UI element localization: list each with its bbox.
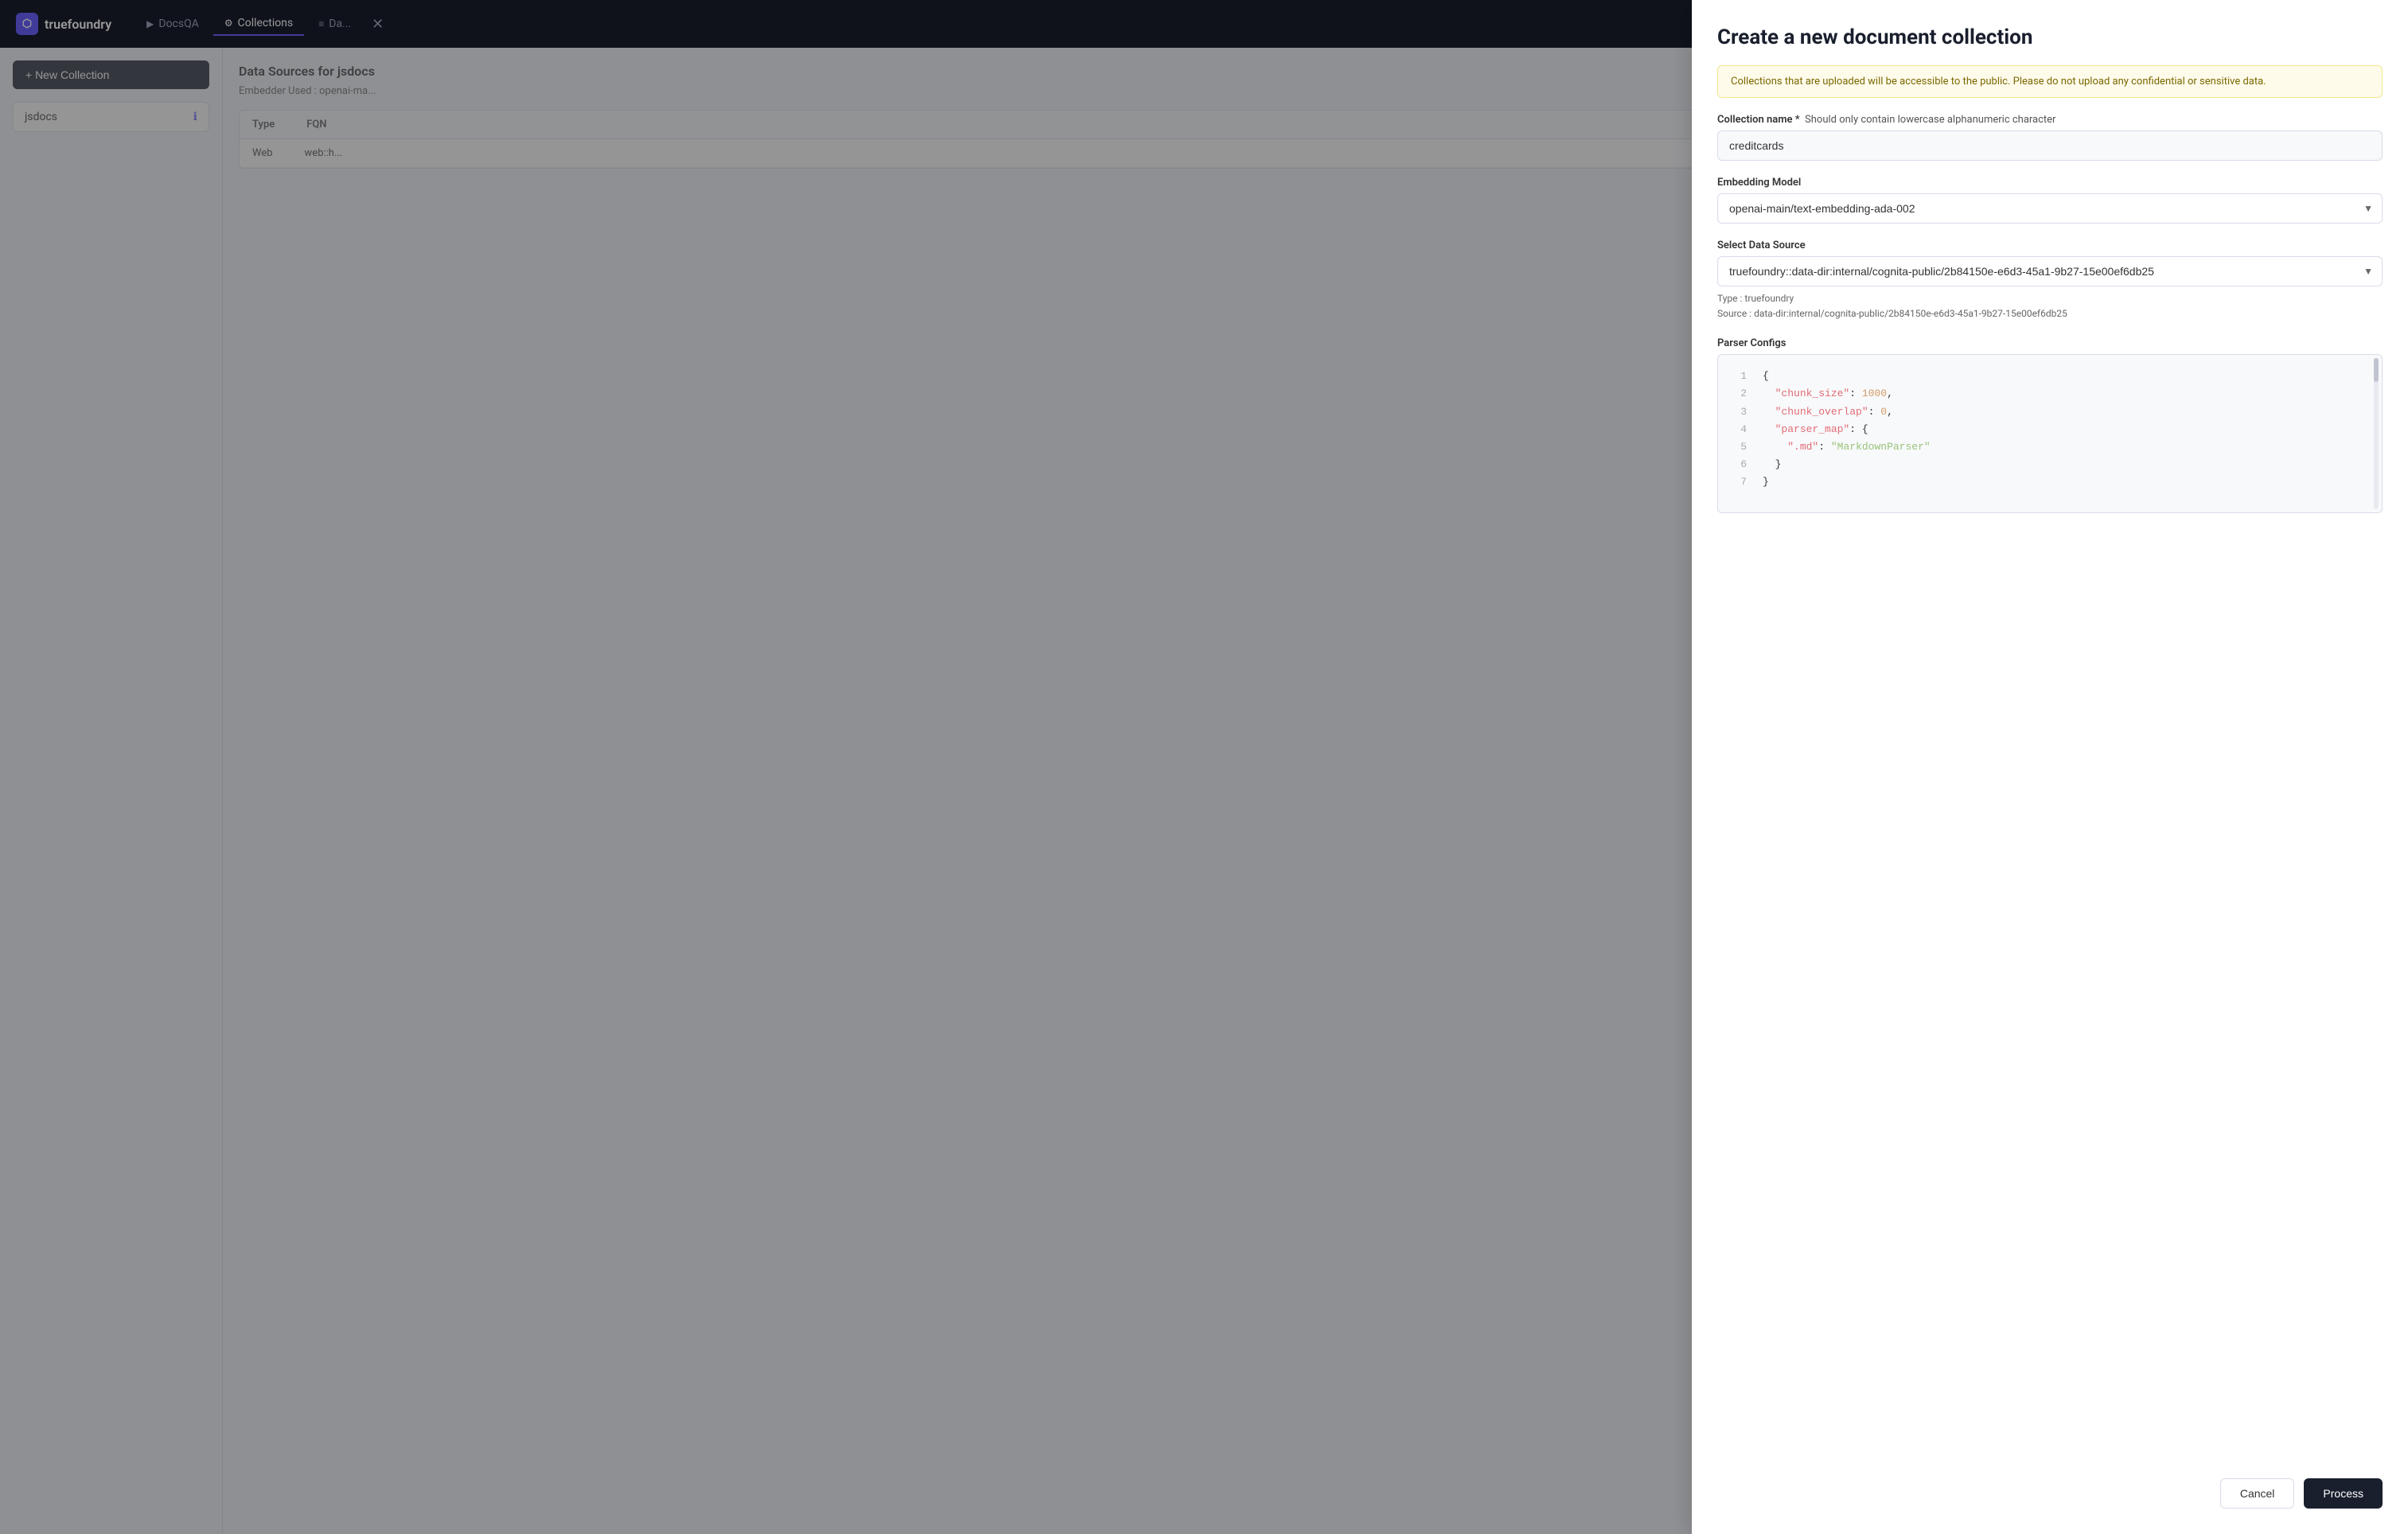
code-line-5: 5 ".md": "MarkdownParser" xyxy=(1731,438,2369,456)
line-num-1: 1 xyxy=(1731,368,1747,385)
code-scrollbar-thumb xyxy=(2374,358,2379,382)
line-content-5: ".md": "MarkdownParser" xyxy=(1763,438,1931,456)
line-content-2: "chunk_size": 1000, xyxy=(1763,385,1893,403)
line-content-7: } xyxy=(1763,473,1769,491)
line-content-1: { xyxy=(1763,368,1769,385)
datasource-meta: Type : truefoundry Source : data-dir:int… xyxy=(1717,291,2383,321)
line-num-6: 6 xyxy=(1731,456,1747,473)
code-line-3: 3 "chunk_overlap": 0, xyxy=(1731,403,2369,421)
parser-configs-label: Parser Configs xyxy=(1717,337,2383,349)
parser-configs-group: Parser Configs 1 { 2 "chunk_size": 1000,… xyxy=(1717,337,2383,513)
line-num-2: 2 xyxy=(1731,385,1747,403)
line-content-4: "parser_map": { xyxy=(1763,421,1868,438)
line-content-6: } xyxy=(1763,456,1781,473)
embedding-model-label: Embedding Model xyxy=(1717,177,2383,189)
data-source-select[interactable]: truefoundry::data-dir:internal/cognita-p… xyxy=(1717,256,2383,286)
code-line-4: 4 "parser_map": { xyxy=(1731,421,2369,438)
datasource-type: Type : truefoundry xyxy=(1717,291,2383,306)
parser-configs-editor[interactable]: 1 { 2 "chunk_size": 1000, 3 "chunk_overl… xyxy=(1717,354,2383,513)
warning-banner: Collections that are uploaded will be ac… xyxy=(1717,65,2383,98)
collection-name-label: Collection name * Should only contain lo… xyxy=(1717,114,2383,126)
data-source-label: Select Data Source xyxy=(1717,239,2383,251)
code-line-2: 2 "chunk_size": 1000, xyxy=(1731,385,2369,403)
code-line-6: 6 } xyxy=(1731,456,2369,473)
line-content-3: "chunk_overlap": 0, xyxy=(1763,403,1893,421)
embedding-model-select-wrapper: openai-main/text-embedding-ada-002 ▼ xyxy=(1717,193,2383,224)
process-button[interactable]: Process xyxy=(2304,1478,2383,1509)
modal-title: Create a new document collection xyxy=(1717,25,2383,49)
line-num-4: 4 xyxy=(1731,421,1747,438)
code-scrollbar[interactable] xyxy=(2374,358,2379,509)
code-line-7: 7 } xyxy=(1731,473,2369,491)
data-source-select-wrapper: truefoundry::data-dir:internal/cognita-p… xyxy=(1717,256,2383,286)
embedding-model-group: Embedding Model openai-main/text-embeddi… xyxy=(1717,177,2383,224)
code-line-1: 1 { xyxy=(1731,368,2369,385)
datasource-source: Source : data-dir:internal/cognita-publi… xyxy=(1717,306,2383,321)
collection-name-input[interactable] xyxy=(1717,130,2383,161)
modal-footer: Cancel Process xyxy=(1717,1470,2383,1509)
line-num-7: 7 xyxy=(1731,473,1747,491)
collection-name-group: Collection name * Should only contain lo… xyxy=(1717,114,2383,161)
line-num-3: 3 xyxy=(1731,403,1747,421)
modal: Create a new document collection Collect… xyxy=(1692,0,2408,1534)
data-source-group: Select Data Source truefoundry::data-dir… xyxy=(1717,239,2383,321)
cancel-button[interactable]: Cancel xyxy=(2220,1478,2295,1509)
line-num-5: 5 xyxy=(1731,438,1747,456)
warning-text: Collections that are uploaded will be ac… xyxy=(1731,76,2266,88)
modal-spacer xyxy=(1717,529,2383,1454)
embedding-model-select[interactable]: openai-main/text-embedding-ada-002 xyxy=(1717,193,2383,224)
modal-overlay: Create a new document collection Collect… xyxy=(0,0,2408,1534)
